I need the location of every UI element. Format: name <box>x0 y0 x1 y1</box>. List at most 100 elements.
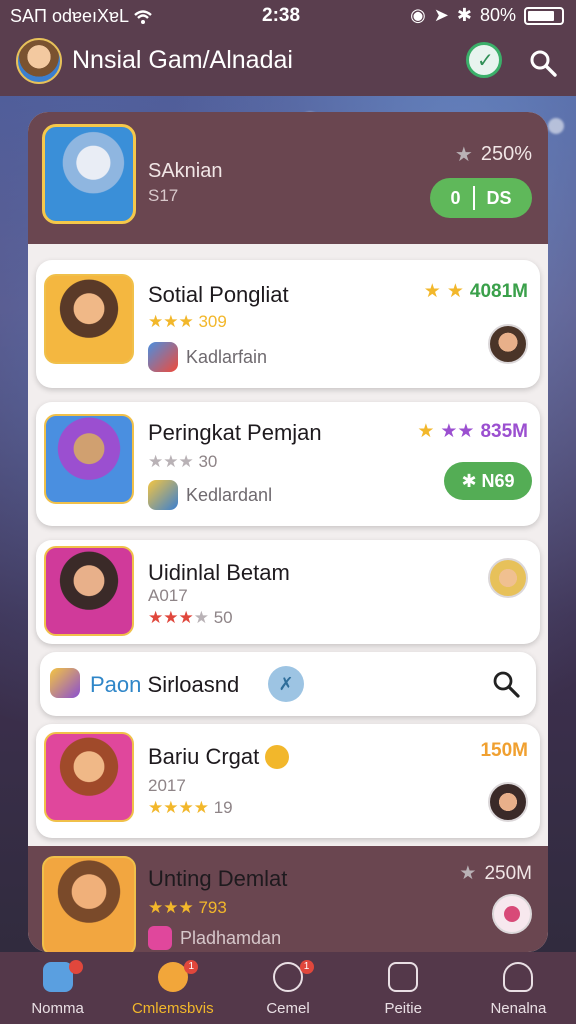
score-value: 250M <box>484 862 532 884</box>
background-light <box>548 118 564 134</box>
nav-label: Cmlemsbvis <box>131 1000 214 1017</box>
nav-label: Nenalna <box>490 1000 547 1017</box>
game-thumbnail <box>44 274 134 364</box>
star-icon: ★★★ <box>148 898 194 917</box>
notification-badge: 1 <box>299 960 314 974</box>
search-icon[interactable] <box>490 668 522 700</box>
carrier: SAП odɐeıXɐL <box>10 6 153 27</box>
coin-icon <box>265 745 290 769</box>
game-subtitle: S17 <box>148 186 179 205</box>
score-value: 835M <box>480 420 528 442</box>
shield-icon <box>148 342 178 372</box>
game-name-text: Bariu Crgat <box>148 744 260 769</box>
score: 150M <box>480 740 528 761</box>
bluetooth-icon: ✱ <box>456 5 472 25</box>
game-card[interactable]: Uidinlal Betam A017 ★★★★ 50 <box>36 540 540 644</box>
game-thumbnail <box>42 124 136 224</box>
play-button[interactable]: 0 DS <box>430 178 532 218</box>
play-button-left: 0 <box>450 187 461 208</box>
nav-label: Cemel <box>266 1000 310 1017</box>
status-icons: ◉ ➤ ✱ 80% <box>410 5 564 26</box>
search-text: Sirloasnd <box>147 672 240 697</box>
developer-label: Kedlardanl <box>148 480 272 510</box>
clock: 2:38 <box>262 5 301 26</box>
game-rating: ★★★★ 50 <box>148 608 233 628</box>
game-year: 2017 <box>148 776 186 795</box>
game-card[interactable]: Sotial Pongliat ★★★ 309 Kadlarfain ★ ★ 4… <box>36 260 540 388</box>
player-avatar[interactable] <box>492 894 532 934</box>
game-name: Bariu Crgat <box>148 744 290 770</box>
studio-icon <box>148 926 172 950</box>
score-value: 4081M <box>469 280 528 302</box>
nav-label: Peitie <box>384 1000 422 1017</box>
star-icon: ★★★★ <box>148 798 209 817</box>
developer-name: Kadlarfain <box>186 346 268 367</box>
nav-item-home[interactable]: Nomma <box>0 952 115 1024</box>
star-icon: ★★★ <box>148 312 194 331</box>
game-rating: ★ 250% <box>455 142 532 167</box>
battery-percent: 80% <box>479 5 516 25</box>
rating-value: 19 <box>213 798 233 817</box>
game-rating: ★★★ 793 <box>148 898 227 918</box>
game-card[interactable]: Bariu Crgat 2017 ★★★★ 19 150M <box>36 724 540 838</box>
game-thumbnail <box>44 546 134 636</box>
nav-label: Nomma <box>31 1000 84 1017</box>
game-card[interactable]: Unting Demlat ★★★ 793 Pladhamdan ★ 250M <box>28 846 548 952</box>
carrier-text: SAП odɐeıXɐL <box>10 6 130 26</box>
star-icon: ★ <box>193 608 209 627</box>
game-name: Unting Demlat <box>148 866 288 891</box>
star-icon: ★ <box>454 144 473 166</box>
challenge-button[interactable]: ✱ N69 <box>444 462 532 500</box>
games-icon <box>157 962 188 992</box>
avatar[interactable] <box>16 38 62 84</box>
wifi-icon <box>134 9 152 24</box>
leaderboard-panel: SAknian S17 ★ 250% 0 DS Sotial Pongliat … <box>28 112 548 952</box>
game-thumbnail <box>42 856 136 952</box>
game-name: Sotial Pongliat <box>148 282 289 307</box>
star-icon: ★ <box>459 863 477 884</box>
nav-item-profile[interactable]: Nenalna <box>461 952 576 1024</box>
score: ★ ★★ 835M <box>417 420 528 443</box>
clear-chip[interactable]: ✗ <box>268 666 304 702</box>
nav-item-camera[interactable]: Peitie <box>346 952 461 1024</box>
app-header: Nnsial Gam/Alnadai <box>0 32 576 96</box>
star-icon: ★ <box>417 421 435 442</box>
notification-badge: 1 <box>184 960 199 974</box>
game-card[interactable]: Peringkat Pemjan ★★★ 30 Kedlardanl ★ ★★ … <box>36 402 540 526</box>
star-icon: ★ <box>446 281 464 302</box>
divider <box>472 186 475 210</box>
rating-value: 309 <box>198 312 227 331</box>
player-avatar[interactable] <box>488 782 528 822</box>
focus-icon: ◉ <box>410 5 426 25</box>
studio-icon <box>148 480 178 510</box>
play-button-right: DS <box>486 187 512 208</box>
game-rating: ★★★ 30 <box>148 452 217 472</box>
location-icon: ➤ <box>433 5 449 25</box>
star-icon: ★★★ <box>148 608 194 627</box>
star-icon: ★★ <box>440 421 475 442</box>
score: ★ ★ 4081M <box>424 280 528 303</box>
camera-icon <box>388 962 419 992</box>
home-icon <box>42 962 73 992</box>
search-prefix: Paon <box>90 672 142 697</box>
nav-item-games[interactable]: 1 Cmlemsbvis <box>115 952 230 1024</box>
chat-icon <box>273 962 303 992</box>
status-bar: SAП odɐeıXɐL 2:38 ◉ ➤ ✱ 80% <box>0 0 576 32</box>
player-avatar[interactable] <box>488 558 528 598</box>
game-icon <box>50 668 80 698</box>
nav-item-chat[interactable]: 1 Cemel <box>230 952 345 1024</box>
search-row[interactable]: Paon Sirloasnd ✗ <box>40 652 536 716</box>
check-badge-icon[interactable] <box>466 42 502 78</box>
developer-label: Pladhamdan <box>148 926 281 950</box>
score: ★ 250M <box>459 862 532 885</box>
featured-game-card[interactable]: SAknian S17 ★ 250% 0 DS <box>28 112 548 244</box>
game-rating: ★★★ 309 <box>148 312 227 332</box>
search-icon[interactable] <box>528 48 558 78</box>
game-year: A017 <box>148 586 188 605</box>
star-icon: ★ <box>423 281 441 302</box>
battery-icon <box>524 6 564 25</box>
player-avatar[interactable] <box>488 324 528 364</box>
bottom-nav: Nomma 1 Cmlemsbvis 1 Cemel Peitie Nenaln… <box>0 952 576 1024</box>
game-thumbnail <box>44 414 134 504</box>
star-icon: ★★★ <box>148 452 194 471</box>
